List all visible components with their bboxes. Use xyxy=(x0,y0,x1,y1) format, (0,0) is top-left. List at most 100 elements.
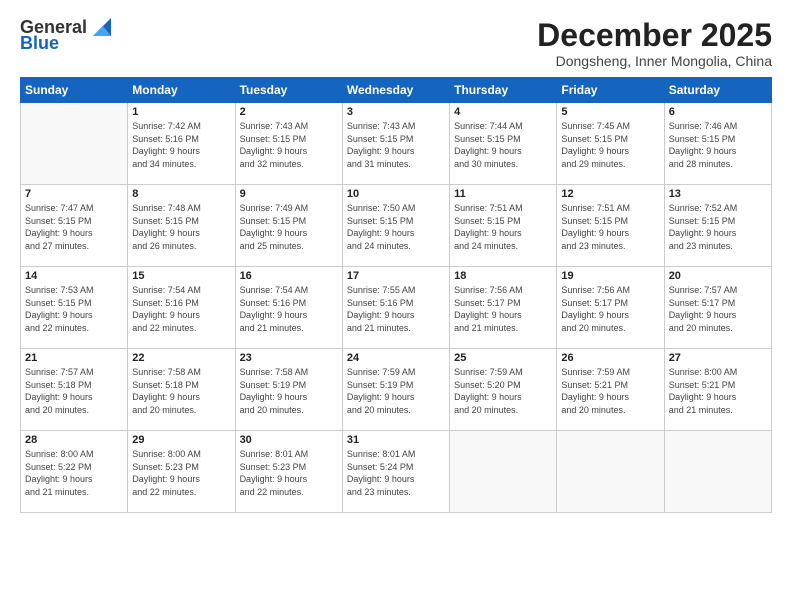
header-thursday: Thursday xyxy=(450,78,557,103)
calendar-cell: 23 Sunrise: 7:58 AMSunset: 5:19 PMDayligh… xyxy=(235,349,342,431)
title-block: December 2025 Dongsheng, Inner Mongolia,… xyxy=(537,18,772,69)
calendar-cell: 28 Sunrise: 8:00 AMSunset: 5:22 PMDayligh… xyxy=(21,431,128,513)
day-number: 23 xyxy=(240,352,338,364)
day-info: Sunrise: 7:58 AMSunset: 5:18 PMDaylight:… xyxy=(132,366,230,416)
day-info: Sunrise: 7:50 AMSunset: 5:15 PMDaylight:… xyxy=(347,202,445,252)
day-number: 3 xyxy=(347,106,445,118)
day-number: 29 xyxy=(132,434,230,446)
calendar-cell: 2 Sunrise: 7:43 AMSunset: 5:15 PMDaylight… xyxy=(235,103,342,185)
header-monday: Monday xyxy=(128,78,235,103)
day-number: 19 xyxy=(561,270,659,282)
header-friday: Friday xyxy=(557,78,664,103)
day-number: 15 xyxy=(132,270,230,282)
calendar-cell: 16 Sunrise: 7:54 AMSunset: 5:16 PMDayligh… xyxy=(235,267,342,349)
day-info: Sunrise: 7:48 AMSunset: 5:15 PMDaylight:… xyxy=(132,202,230,252)
calendar-cell: 30 Sunrise: 8:01 AMSunset: 5:23 PMDayligh… xyxy=(235,431,342,513)
day-number: 7 xyxy=(25,188,123,200)
day-info: Sunrise: 7:51 AMSunset: 5:15 PMDaylight:… xyxy=(454,202,552,252)
day-info: Sunrise: 7:57 AMSunset: 5:18 PMDaylight:… xyxy=(25,366,123,416)
header-wednesday: Wednesday xyxy=(342,78,449,103)
day-info: Sunrise: 7:43 AMSunset: 5:15 PMDaylight:… xyxy=(240,120,338,170)
calendar-cell: 27 Sunrise: 8:00 AMSunset: 5:21 PMDayligh… xyxy=(664,349,771,431)
day-number: 24 xyxy=(347,352,445,364)
header-saturday: Saturday xyxy=(664,78,771,103)
calendar-cell: 5 Sunrise: 7:45 AMSunset: 5:15 PMDaylight… xyxy=(557,103,664,185)
location: Dongsheng, Inner Mongolia, China xyxy=(537,53,772,69)
day-number: 10 xyxy=(347,188,445,200)
calendar-cell xyxy=(664,431,771,513)
day-number: 4 xyxy=(454,106,552,118)
day-info: Sunrise: 7:57 AMSunset: 5:17 PMDaylight:… xyxy=(669,284,767,334)
calendar-cell: 6 Sunrise: 7:46 AMSunset: 5:15 PMDaylight… xyxy=(664,103,771,185)
calendar-cell xyxy=(557,431,664,513)
day-info: Sunrise: 8:01 AMSunset: 5:23 PMDaylight:… xyxy=(240,448,338,498)
day-number: 9 xyxy=(240,188,338,200)
day-number: 16 xyxy=(240,270,338,282)
month-title: December 2025 xyxy=(537,18,772,53)
day-number: 20 xyxy=(669,270,767,282)
day-info: Sunrise: 8:01 AMSunset: 5:24 PMDaylight:… xyxy=(347,448,445,498)
calendar-cell: 3Sunrise: 7:43 AMSunset: 5:15 PMDaylight… xyxy=(342,103,449,185)
week-row-2: 7 Sunrise: 7:47 AMSunset: 5:15 PMDaylight… xyxy=(21,185,772,267)
day-number: 30 xyxy=(240,434,338,446)
day-number: 1 xyxy=(132,106,230,118)
day-info: Sunrise: 8:00 AMSunset: 5:22 PMDaylight:… xyxy=(25,448,123,498)
day-number: 11 xyxy=(454,188,552,200)
calendar-cell: 24 Sunrise: 7:59 AMSunset: 5:19 PMDayligh… xyxy=(342,349,449,431)
day-info: Sunrise: 7:58 AMSunset: 5:19 PMDaylight:… xyxy=(240,366,338,416)
calendar-cell: 26 Sunrise: 7:59 AMSunset: 5:21 PMDayligh… xyxy=(557,349,664,431)
calendar-cell: 12Sunrise: 7:51 AMSunset: 5:15 PMDayligh… xyxy=(557,185,664,267)
day-info: Sunrise: 7:47 AMSunset: 5:15 PMDaylight:… xyxy=(25,202,123,252)
header-tuesday: Tuesday xyxy=(235,78,342,103)
day-info: Sunrise: 7:59 AMSunset: 5:19 PMDaylight:… xyxy=(347,366,445,416)
day-info: Sunrise: 7:45 AMSunset: 5:15 PMDaylight:… xyxy=(561,120,659,170)
day-number: 2 xyxy=(240,106,338,118)
day-info: Sunrise: 7:55 AMSunset: 5:16 PMDaylight:… xyxy=(347,284,445,334)
day-info: Sunrise: 7:56 AMSunset: 5:17 PMDaylight:… xyxy=(454,284,552,334)
day-number: 27 xyxy=(669,352,767,364)
day-info: Sunrise: 7:59 AMSunset: 5:20 PMDaylight:… xyxy=(454,366,552,416)
calendar-cell: 31 Sunrise: 8:01 AMSunset: 5:24 PMDayligh… xyxy=(342,431,449,513)
calendar-cell xyxy=(21,103,128,185)
day-number: 18 xyxy=(454,270,552,282)
day-number: 31 xyxy=(347,434,445,446)
day-number: 17 xyxy=(347,270,445,282)
day-number: 14 xyxy=(25,270,123,282)
day-number: 26 xyxy=(561,352,659,364)
calendar-cell: 20 Sunrise: 7:57 AMSunset: 5:17 PMDayligh… xyxy=(664,267,771,349)
calendar-cell: 7 Sunrise: 7:47 AMSunset: 5:15 PMDaylight… xyxy=(21,185,128,267)
calendar-cell: 14Sunrise: 7:53 AMSunset: 5:15 PMDayligh… xyxy=(21,267,128,349)
day-info: Sunrise: 8:00 AMSunset: 5:21 PMDaylight:… xyxy=(669,366,767,416)
logo: General Blue xyxy=(20,18,111,54)
calendar-cell: 25Sunrise: 7:59 AMSunset: 5:20 PMDayligh… xyxy=(450,349,557,431)
calendar-cell: 18 Sunrise: 7:56 AMSunset: 5:17 PMDayligh… xyxy=(450,267,557,349)
day-info: Sunrise: 7:42 AMSunset: 5:16 PMDaylight:… xyxy=(132,120,230,170)
calendar-cell: 21 Sunrise: 7:57 AMSunset: 5:18 PMDayligh… xyxy=(21,349,128,431)
calendar-cell: 1 Sunrise: 7:42 AMSunset: 5:16 PMDaylight… xyxy=(128,103,235,185)
day-info: Sunrise: 7:59 AMSunset: 5:21 PMDaylight:… xyxy=(561,366,659,416)
day-number: 21 xyxy=(25,352,123,364)
day-number: 5 xyxy=(561,106,659,118)
calendar-table: Sunday Monday Tuesday Wednesday Thursday… xyxy=(20,77,772,513)
calendar-cell: 22 Sunrise: 7:58 AMSunset: 5:18 PMDayligh… xyxy=(128,349,235,431)
header-sunday: Sunday xyxy=(21,78,128,103)
week-row-4: 21 Sunrise: 7:57 AMSunset: 5:18 PMDayligh… xyxy=(21,349,772,431)
day-info: Sunrise: 7:56 AMSunset: 5:17 PMDaylight:… xyxy=(561,284,659,334)
day-number: 6 xyxy=(669,106,767,118)
day-number: 13 xyxy=(669,188,767,200)
calendar-cell xyxy=(450,431,557,513)
day-info: Sunrise: 7:54 AMSunset: 5:16 PMDaylight:… xyxy=(240,284,338,334)
calendar-header-row: Sunday Monday Tuesday Wednesday Thursday… xyxy=(21,78,772,103)
calendar-cell: 10 Sunrise: 7:50 AMSunset: 5:15 PMDayligh… xyxy=(342,185,449,267)
day-number: 12 xyxy=(561,188,659,200)
day-info: Sunrise: 8:00 AMSunset: 5:23 PMDaylight:… xyxy=(132,448,230,498)
day-info: Sunrise: 7:49 AMSunset: 5:15 PMDaylight:… xyxy=(240,202,338,252)
week-row-3: 14Sunrise: 7:53 AMSunset: 5:15 PMDayligh… xyxy=(21,267,772,349)
day-number: 22 xyxy=(132,352,230,364)
day-info: Sunrise: 7:54 AMSunset: 5:16 PMDaylight:… xyxy=(132,284,230,334)
page: General Blue December 2025 Dongsheng, In… xyxy=(0,0,792,612)
day-number: 28 xyxy=(25,434,123,446)
logo-blue: Blue xyxy=(20,34,59,54)
calendar-cell: 29 Sunrise: 8:00 AMSunset: 5:23 PMDayligh… xyxy=(128,431,235,513)
day-info: Sunrise: 7:46 AMSunset: 5:15 PMDaylight:… xyxy=(669,120,767,170)
